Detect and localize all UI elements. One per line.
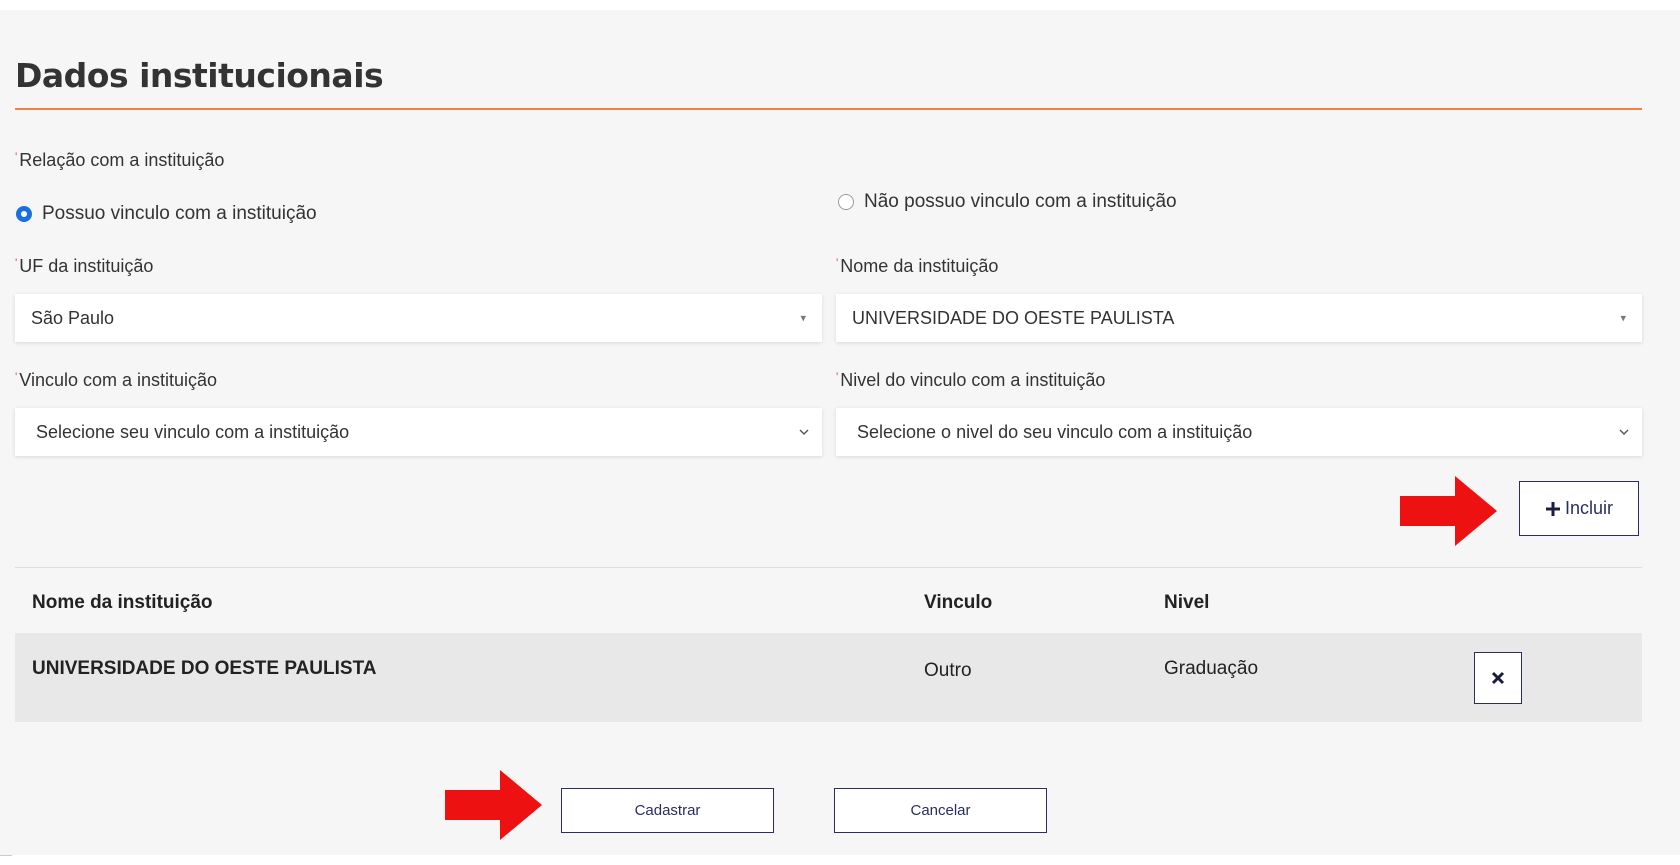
remove-row-button[interactable] bbox=[1474, 652, 1522, 704]
required-marker: ' bbox=[15, 256, 18, 270]
institution-name-label-wrap: ' Nome da instituição bbox=[836, 256, 998, 277]
uf-select[interactable]: São Paulo ▾ bbox=[15, 294, 822, 342]
row-level: Graduação bbox=[1164, 658, 1259, 679]
submit-button[interactable]: Cadastrar bbox=[561, 788, 774, 833]
relation-label-wrap: ' Relação com a instituição bbox=[15, 150, 224, 171]
cancel-button[interactable]: Cancelar bbox=[834, 788, 1047, 833]
level-label: Nivel do vinculo com a instituição bbox=[840, 370, 1106, 390]
chevron-down-icon bbox=[799, 429, 809, 435]
level-select[interactable]: Selecione o nivel do seu vinculo com a i… bbox=[836, 408, 1642, 456]
uf-label-wrap: ' UF da instituição bbox=[15, 256, 153, 277]
link-label-wrap: ' Vinculo com a instituição bbox=[15, 370, 217, 391]
caret-down-icon: ▾ bbox=[800, 312, 806, 325]
close-icon bbox=[1491, 671, 1505, 685]
link-select-placeholder: Selecione seu vinculo com a instituição bbox=[36, 421, 350, 442]
institution-name-label: Nome da instituição bbox=[840, 256, 999, 276]
plus-icon bbox=[1545, 501, 1560, 516]
table-header-link: Vinculo bbox=[924, 592, 993, 613]
row-link: Outro bbox=[924, 660, 972, 681]
radio-checked-icon[interactable] bbox=[16, 206, 32, 222]
include-button-label: Incluir bbox=[1564, 498, 1613, 518]
institution-name-select-value: UNIVERSIDADE DO OESTE PAULISTA bbox=[852, 307, 1175, 328]
radio-no-link[interactable]: Não possuo vinculo com a instituição bbox=[838, 191, 1177, 213]
uf-select-value: São Paulo bbox=[31, 307, 115, 328]
title-divider bbox=[15, 108, 1642, 110]
caret-down-icon: ▾ bbox=[1620, 312, 1626, 325]
table-header-level: Nivel bbox=[1164, 592, 1210, 613]
annotation-arrow-icon bbox=[445, 770, 542, 840]
radio-unchecked-icon[interactable] bbox=[838, 194, 854, 210]
required-marker: ' bbox=[15, 150, 18, 164]
relation-label: Relação com a instituição bbox=[19, 150, 225, 170]
cancel-button-label: Cancelar bbox=[910, 802, 971, 819]
table-top-divider bbox=[15, 567, 1642, 568]
uf-label: UF da instituição bbox=[19, 256, 154, 276]
radio-no-link-label: Não possuo vinculo com a instituição bbox=[864, 191, 1177, 212]
required-marker: ' bbox=[15, 370, 18, 384]
submit-button-label: Cadastrar bbox=[634, 802, 701, 819]
row-institution-name: UNIVERSIDADE DO OESTE PAULISTA bbox=[32, 658, 377, 679]
annotation-arrow-icon bbox=[1400, 476, 1497, 546]
link-select[interactable]: Selecione seu vinculo com a instituição bbox=[15, 408, 822, 456]
edge-divider bbox=[0, 855, 12, 856]
link-label: Vinculo com a instituição bbox=[19, 370, 218, 390]
radio-has-link[interactable]: Possuo vinculo com a instituição bbox=[16, 203, 317, 225]
radio-has-link-label: Possuo vinculo com a instituição bbox=[42, 203, 317, 224]
section-title: Dados institucionais bbox=[15, 56, 384, 95]
institution-name-select[interactable]: UNIVERSIDADE DO OESTE PAULISTA ▾ bbox=[836, 294, 1642, 342]
required-marker: ' bbox=[836, 256, 839, 270]
level-label-wrap: ' Nivel do vinculo com a instituição bbox=[836, 370, 1105, 391]
required-marker: ' bbox=[836, 370, 839, 384]
level-select-placeholder: Selecione o nivel do seu vinculo com a i… bbox=[857, 421, 1253, 442]
table-header-name: Nome da instituição bbox=[32, 592, 213, 613]
include-button[interactable]: Incluir bbox=[1519, 481, 1639, 536]
chevron-down-icon bbox=[1619, 429, 1629, 435]
